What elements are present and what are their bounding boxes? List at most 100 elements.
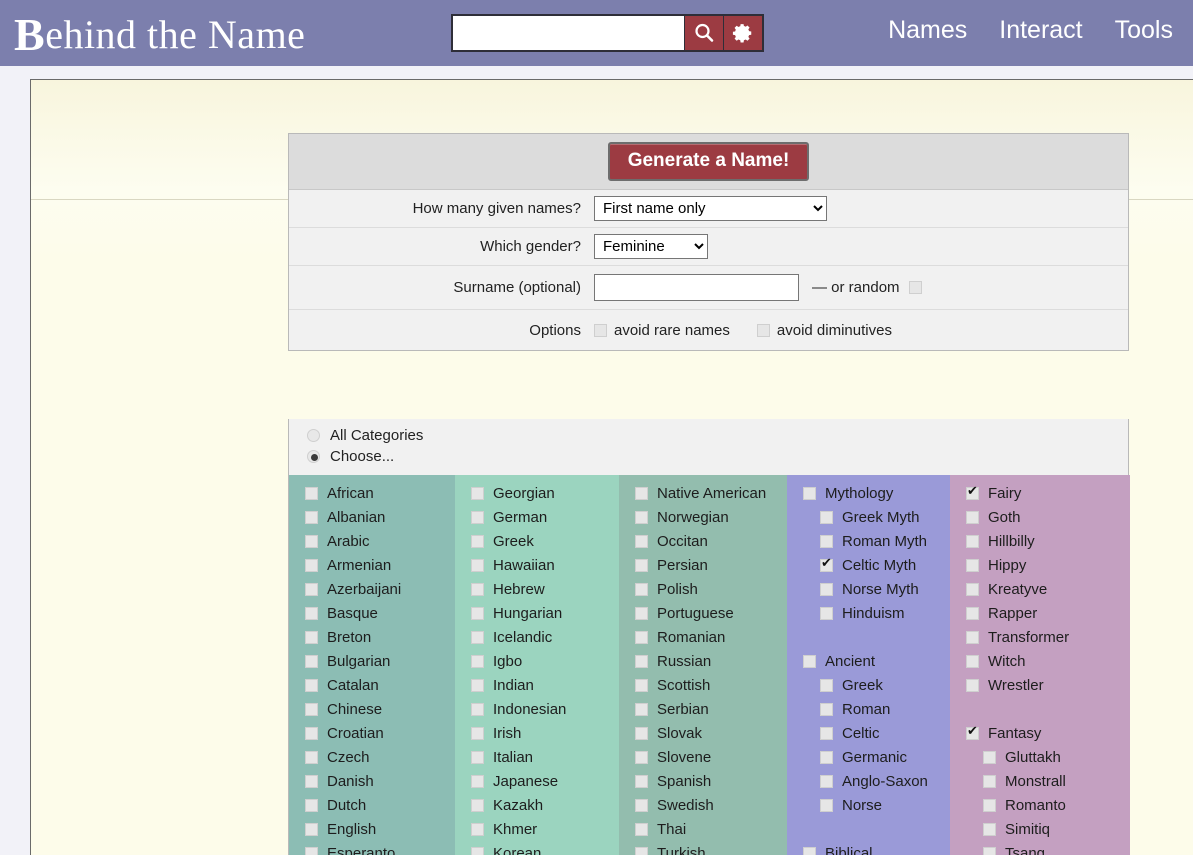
category-item[interactable]: Irish: [455, 721, 619, 745]
category-item[interactable]: Persian: [619, 553, 787, 577]
category-checkbox[interactable]: [305, 822, 318, 836]
category-item[interactable]: Khmer: [455, 817, 619, 841]
category-checkbox[interactable]: [635, 558, 648, 572]
category-item[interactable]: Albanian: [289, 505, 455, 529]
category-item[interactable]: Russian: [619, 649, 787, 673]
category-checkbox[interactable]: [635, 534, 648, 548]
category-item[interactable]: German: [455, 505, 619, 529]
surname-input[interactable]: [594, 274, 799, 301]
category-checkbox[interactable]: [966, 724, 979, 740]
category-item[interactable]: Roman Myth: [787, 529, 950, 553]
radio-choose[interactable]: [307, 449, 320, 463]
nav-item-interact[interactable]: Interact: [999, 16, 1082, 45]
category-item[interactable]: Portuguese: [619, 601, 787, 625]
avoid-rare-names-checkbox[interactable]: [594, 323, 607, 337]
category-checkbox[interactable]: [305, 510, 318, 524]
category-checkbox[interactable]: [803, 486, 816, 500]
category-checkbox[interactable]: [305, 726, 318, 740]
category-item[interactable]: Kreatyve: [950, 577, 1130, 601]
category-item[interactable]: Rapper: [950, 601, 1130, 625]
category-item[interactable]: Slovak: [619, 721, 787, 745]
category-item[interactable]: Croatian: [289, 721, 455, 745]
category-item[interactable]: Fantasy: [950, 721, 1130, 745]
category-checkbox[interactable]: [305, 558, 318, 572]
category-checkbox[interactable]: [635, 702, 648, 716]
category-checkbox[interactable]: [305, 774, 318, 788]
category-item[interactable]: Kazakh: [455, 793, 619, 817]
category-item[interactable]: Indonesian: [455, 697, 619, 721]
nav-item-tools[interactable]: Tools: [1115, 16, 1173, 45]
category-checkbox[interactable]: [966, 606, 979, 620]
category-item[interactable]: Romanian: [619, 625, 787, 649]
or-random-checkbox[interactable]: [908, 281, 922, 294]
generate-name-button[interactable]: Generate a Name!: [607, 142, 810, 181]
category-checkbox[interactable]: [471, 630, 484, 644]
category-item[interactable]: Polish: [619, 577, 787, 601]
category-item[interactable]: Norse Myth: [787, 577, 950, 601]
category-checkbox[interactable]: [635, 510, 648, 524]
category-item[interactable]: Serbian: [619, 697, 787, 721]
given-names-select[interactable]: First name only First and middle name Fi…: [594, 196, 827, 221]
category-item[interactable]: Transformer: [950, 625, 1130, 649]
category-checkbox[interactable]: [966, 654, 979, 668]
nav-item-names[interactable]: Names: [888, 16, 967, 45]
category-checkbox[interactable]: [635, 774, 648, 788]
category-checkbox[interactable]: [471, 750, 484, 764]
category-item[interactable]: Fairy: [950, 481, 1130, 505]
category-checkbox[interactable]: [803, 654, 816, 668]
category-item[interactable]: Hungarian: [455, 601, 619, 625]
category-checkbox[interactable]: [305, 654, 318, 668]
category-item[interactable]: Hawaiian: [455, 553, 619, 577]
category-item[interactable]: Swedish: [619, 793, 787, 817]
category-item[interactable]: Korean: [455, 841, 619, 855]
category-item[interactable]: Spanish: [619, 769, 787, 793]
category-item[interactable]: Biblical: [787, 841, 950, 855]
category-checkbox[interactable]: [803, 846, 816, 855]
category-checkbox[interactable]: [966, 630, 979, 644]
category-checkbox[interactable]: [305, 630, 318, 644]
category-checkbox[interactable]: [471, 774, 484, 788]
category-checkbox[interactable]: [983, 774, 996, 788]
category-checkbox[interactable]: [635, 750, 648, 764]
category-checkbox[interactable]: [471, 654, 484, 668]
category-item[interactable]: Turkish: [619, 841, 787, 855]
category-checkbox[interactable]: [983, 750, 996, 764]
category-item[interactable]: Azerbaijani: [289, 577, 455, 601]
category-checkbox[interactable]: [966, 510, 979, 524]
category-checkbox[interactable]: [635, 630, 648, 644]
radio-row-all-categories[interactable]: All Categories: [289, 419, 1128, 445]
category-item[interactable]: Monstrall: [950, 769, 1130, 793]
category-item[interactable]: Scottish: [619, 673, 787, 697]
category-item[interactable]: Slovene: [619, 745, 787, 769]
category-checkbox[interactable]: [305, 606, 318, 620]
category-item[interactable]: Basque: [289, 601, 455, 625]
category-checkbox[interactable]: [635, 798, 648, 812]
category-item[interactable]: Icelandic: [455, 625, 619, 649]
category-item[interactable]: Occitan: [619, 529, 787, 553]
category-checkbox[interactable]: [820, 510, 833, 524]
category-item[interactable]: Breton: [289, 625, 455, 649]
category-item[interactable]: Hippy: [950, 553, 1130, 577]
category-item[interactable]: Danish: [289, 769, 455, 793]
search-input[interactable]: [453, 16, 684, 50]
category-checkbox[interactable]: [305, 486, 318, 500]
category-item[interactable]: Armenian: [289, 553, 455, 577]
category-checkbox[interactable]: [820, 534, 833, 548]
category-checkbox[interactable]: [635, 846, 648, 855]
category-checkbox[interactable]: [966, 558, 979, 572]
category-item[interactable]: Tsang: [950, 841, 1130, 855]
category-checkbox[interactable]: [635, 582, 648, 596]
category-checkbox[interactable]: [820, 726, 833, 740]
category-item[interactable]: Romanto: [950, 793, 1130, 817]
category-checkbox[interactable]: [966, 678, 979, 692]
category-checkbox[interactable]: [983, 798, 996, 812]
category-checkbox[interactable]: [471, 702, 484, 716]
category-item[interactable]: Japanese: [455, 769, 619, 793]
category-item[interactable]: Simitiq: [950, 817, 1130, 841]
category-item[interactable]: Native American: [619, 481, 787, 505]
category-checkbox[interactable]: [820, 678, 833, 692]
category-item[interactable]: Georgian: [455, 481, 619, 505]
category-item[interactable]: Ancient: [787, 649, 950, 673]
category-checkbox[interactable]: [635, 486, 648, 500]
radio-row-choose[interactable]: Choose...: [289, 445, 1128, 467]
